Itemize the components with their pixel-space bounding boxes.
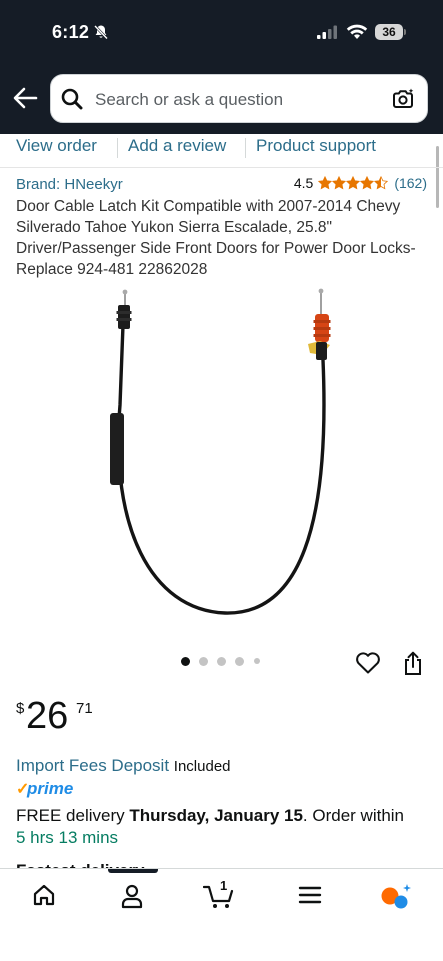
product-image[interactable]	[0, 285, 443, 640]
cellular-signal-icon	[317, 25, 337, 39]
delivery-date: Thursday, January 15	[129, 806, 303, 825]
prime-badge: ✓ prime	[16, 779, 80, 804]
delivery-middle: . Order within	[302, 806, 405, 825]
prime-label: prime	[26, 779, 73, 798]
camera-search-icon[interactable]	[391, 87, 415, 111]
carousel-dot[interactable]	[235, 657, 244, 666]
rufus-assistant-icon[interactable]	[380, 883, 414, 911]
order-action-links: View order Add a review Product support	[0, 134, 443, 164]
menu-icon[interactable]	[298, 883, 322, 907]
share-icon[interactable]	[402, 651, 424, 677]
carousel-dot[interactable]	[254, 658, 260, 664]
search-icon	[61, 88, 83, 110]
search-input[interactable]	[93, 75, 387, 124]
product-support-link[interactable]: Product support	[256, 136, 376, 156]
battery-indicator: 36	[375, 24, 403, 40]
section-divider	[0, 167, 443, 168]
view-order-link[interactable]: View order	[16, 136, 97, 156]
home-icon[interactable]	[32, 883, 56, 907]
carousel-dot[interactable]	[199, 657, 208, 666]
bell-muted-icon	[94, 25, 108, 40]
brand-link[interactable]: Brand: HNeekyr	[16, 176, 123, 193]
status-time: 6:12	[52, 22, 90, 42]
heart-icon[interactable]	[355, 651, 381, 675]
link-separator	[117, 138, 118, 158]
back-arrow-icon[interactable]	[12, 86, 38, 110]
search-bar[interactable]	[50, 74, 428, 124]
import-fees-link[interactable]: Import Fees Deposit	[16, 756, 169, 775]
price-currency: $	[16, 700, 25, 717]
star-rating-icon	[318, 176, 389, 190]
review-count-link[interactable]: (162)	[394, 175, 427, 191]
delivery-countdown: 5 hrs 13 mins	[16, 828, 119, 847]
price-whole: 26	[26, 695, 69, 737]
rating-summary[interactable]: 4.5 (162)	[294, 175, 427, 191]
product-title: Door Cable Latch Kit Compatible with 200…	[16, 198, 416, 278]
status-bar: 6:12 36	[0, 0, 443, 62]
add-review-link[interactable]: Add a review	[128, 136, 226, 156]
cart-count-badge: 1	[220, 878, 228, 893]
rating-value: 4.5	[293, 175, 314, 191]
scrollbar[interactable]	[436, 146, 439, 208]
battery-tip	[404, 29, 406, 35]
search-header	[0, 62, 443, 134]
delivery-prefix: FREE delivery	[16, 806, 125, 825]
price-fraction: 71	[76, 700, 93, 717]
import-fees-included: Included	[173, 758, 231, 775]
delivery-info: FREE delivery Thursday, January 15. Orde…	[16, 805, 436, 849]
link-separator	[245, 138, 246, 158]
carousel-dot-active[interactable]	[181, 657, 190, 666]
carousel-dot[interactable]	[217, 657, 226, 666]
account-icon[interactable]	[120, 883, 144, 909]
active-tab-indicator	[108, 869, 158, 873]
wifi-icon	[346, 24, 368, 39]
import-fees: Import Fees Deposit Included	[16, 756, 231, 776]
